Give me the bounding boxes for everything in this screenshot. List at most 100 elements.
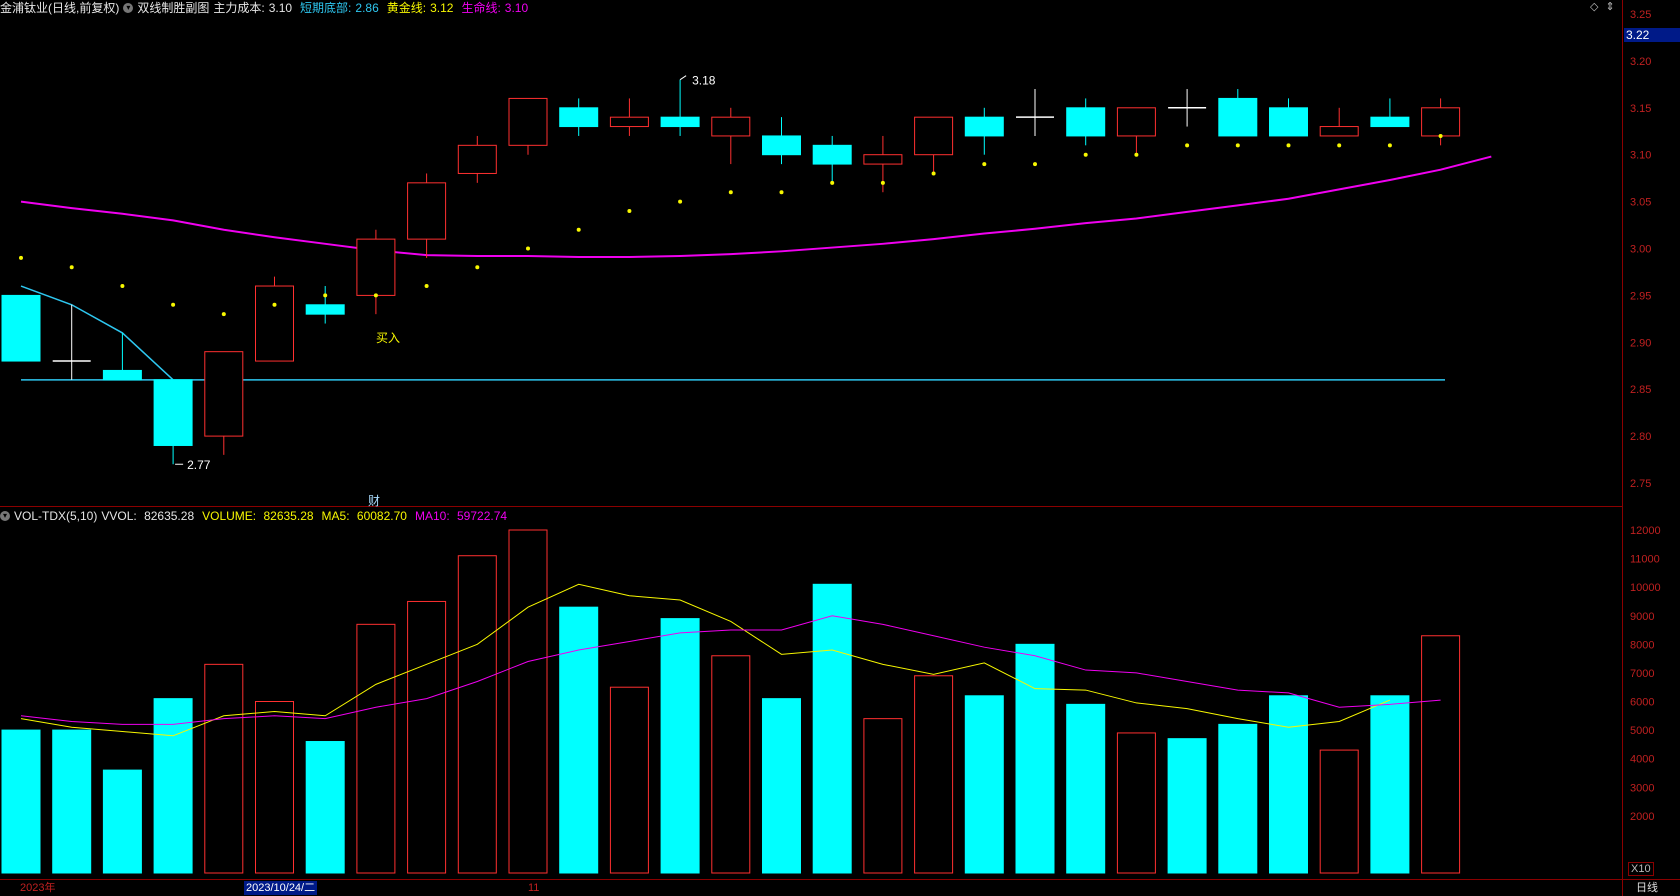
candle-body-down[interactable] [762, 135, 801, 156]
candle-body-down[interactable] [812, 144, 852, 165]
candle-body-up[interactable] [255, 285, 294, 362]
sar-dot [830, 180, 835, 185]
volume-bar-up[interactable] [508, 529, 548, 874]
volume-bar-up[interactable] [914, 675, 954, 874]
volume-bar-down[interactable] [660, 618, 700, 874]
sar-dot [1235, 143, 1240, 148]
volume-tick-label: 7000 [1630, 668, 1654, 680]
candle-body-up[interactable] [1421, 107, 1461, 137]
low-price-label: 2.77 [187, 458, 211, 472]
candle-body-down[interactable] [1, 294, 41, 362]
candle-body-down[interactable] [1218, 97, 1258, 137]
short-term-line [20, 285, 174, 381]
price-tick-label: 2.75 [1630, 478, 1651, 490]
price-tick-label: 3.20 [1630, 56, 1651, 68]
volume-tick-label: 4000 [1630, 754, 1654, 766]
candle-body-down[interactable] [1370, 116, 1410, 128]
volume-bar-down[interactable] [1370, 695, 1410, 874]
volume-bar-down[interactable] [1015, 643, 1055, 874]
candle-body-down[interactable] [964, 116, 1004, 137]
volume-bar-down[interactable] [964, 695, 1004, 874]
volume-multiplier: X10 [1628, 862, 1654, 876]
volume-bar-down[interactable] [1066, 703, 1106, 874]
volume-bar-down[interactable] [1, 729, 41, 874]
sar-dot [1083, 152, 1088, 157]
volume-bar-down[interactable] [762, 698, 801, 874]
volume-bar-up[interactable] [711, 655, 751, 874]
sar-dot [1286, 143, 1291, 148]
volume-bar-up[interactable] [1421, 635, 1461, 874]
volume-bar-down[interactable] [1269, 695, 1308, 874]
candle-body-down[interactable] [305, 304, 345, 315]
volume-bar-up[interactable] [1116, 732, 1156, 874]
sar-dot [728, 190, 733, 195]
candle-body-up[interactable] [204, 351, 244, 437]
candlestick-chart[interactable]: 3.25 3.20 3.15 3.10 3.05 3.00 2.95 2.90 2.85 2.80… [0, 0, 1680, 896]
sar-dot [69, 265, 74, 270]
volume-bar-up[interactable] [863, 718, 903, 874]
candle-body-up[interactable] [1116, 107, 1156, 137]
volume-bar-up[interactable] [609, 686, 649, 874]
sar-dot [1337, 143, 1342, 148]
volume-bar-down[interactable] [102, 769, 142, 874]
price-tick-label: 3.25 [1630, 9, 1651, 21]
volume-bar-down[interactable] [1218, 723, 1258, 874]
volume-tick-label: 8000 [1630, 639, 1654, 651]
candle-body-up[interactable] [914, 116, 954, 156]
sar-dot [475, 265, 480, 270]
sar-dot [373, 293, 378, 298]
sar-dot [576, 227, 581, 232]
buy-signal-label: 买入 [376, 331, 400, 345]
volume-tick-label: 5000 [1630, 725, 1654, 737]
period-selector[interactable]: 日线 [1636, 881, 1658, 895]
candle-body-down[interactable] [1066, 107, 1106, 137]
volume-bar-down[interactable] [52, 729, 92, 874]
volume-tick-label: 10000 [1630, 582, 1661, 594]
candle-body-down[interactable] [102, 369, 142, 381]
volume-tick-label: 12000 [1630, 525, 1661, 537]
sar-dot [627, 208, 632, 213]
candle-body-down[interactable] [660, 116, 700, 128]
price-tick-label: 3.00 [1630, 244, 1651, 256]
volume-bar-up[interactable] [457, 555, 497, 874]
price-tick-label: 2.85 [1630, 384, 1651, 396]
candle-body-up[interactable] [508, 97, 548, 146]
candle-body-up[interactable] [1319, 126, 1359, 137]
sar-dot [323, 293, 328, 298]
volume-bar-down[interactable] [812, 583, 852, 874]
volume-bar-up[interactable] [356, 623, 396, 874]
candle-body-up[interactable] [407, 182, 447, 240]
price-tick-label: 2.95 [1630, 290, 1651, 302]
sar-dot [526, 246, 530, 251]
volume-bar-down[interactable] [1167, 738, 1207, 874]
candle-body-down[interactable] [559, 107, 599, 128]
sar-dot [1387, 143, 1392, 148]
candle-body-up[interactable] [863, 154, 903, 165]
sar-dot [1185, 143, 1190, 148]
sar-dot [1134, 152, 1139, 157]
volume-tick-label: 9000 [1630, 611, 1654, 623]
candle-body-up[interactable] [356, 238, 396, 296]
volume-tick-label: 2000 [1630, 811, 1654, 823]
volume-bar-down[interactable] [559, 606, 599, 874]
sar-dot [19, 255, 23, 260]
price-tick-label: 3.10 [1630, 150, 1651, 162]
candle-body-down[interactable] [153, 379, 193, 446]
volume-tick-label: 6000 [1630, 697, 1654, 709]
candle-body-up[interactable] [711, 116, 751, 137]
time-axis-month: 11 [528, 882, 540, 894]
sar-dot [1033, 162, 1037, 167]
volume-bar-down[interactable] [305, 741, 345, 874]
price-tick-label: 2.80 [1630, 431, 1651, 443]
volume-bar-up[interactable] [1319, 749, 1359, 874]
candle-body-up[interactable] [609, 116, 649, 128]
sar-dot [779, 190, 784, 195]
candle-body-up[interactable] [457, 144, 497, 174]
volume-bar-up[interactable] [204, 663, 244, 874]
sar-dot [982, 162, 987, 167]
volume-bar-up[interactable] [255, 701, 294, 874]
financial-report-marker[interactable]: 财 [368, 494, 380, 508]
sar-dot [221, 312, 226, 317]
candle-body-down[interactable] [1269, 107, 1308, 137]
volume-bar-up[interactable] [407, 600, 447, 874]
